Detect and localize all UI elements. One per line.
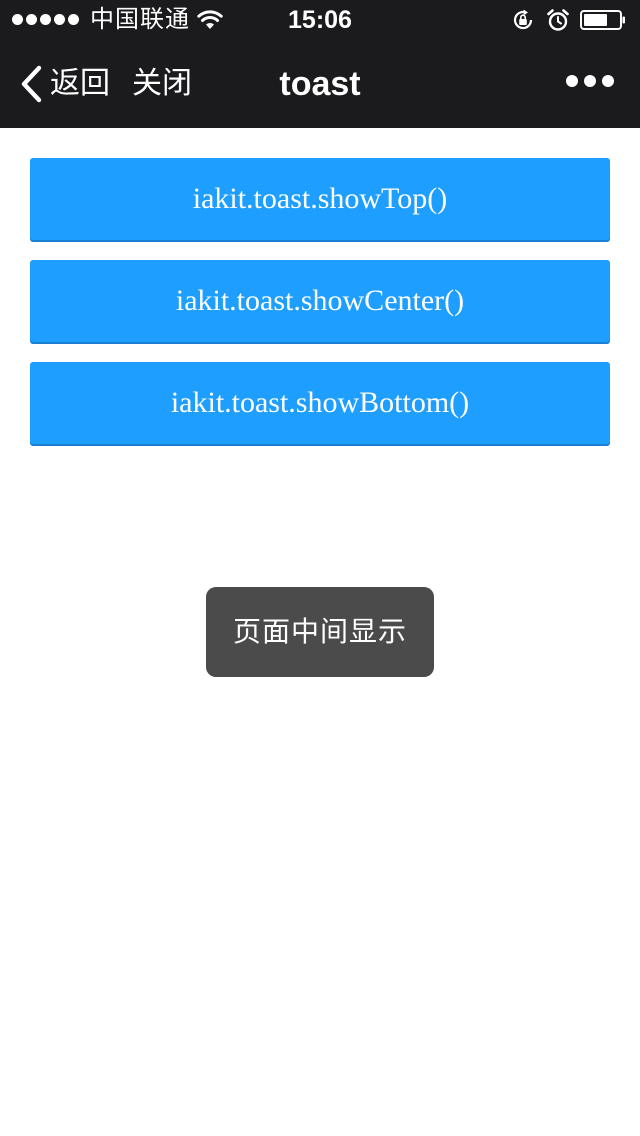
nav-bar: 返回 关闭 toast [0, 40, 640, 128]
status-bar: 中国联通 15:06 [0, 0, 640, 40]
battery-icon [580, 10, 625, 30]
more-icon[interactable] [566, 75, 614, 87]
toast-message: 页面中间显示 [206, 587, 434, 677]
show-center-button[interactable]: iakit.toast.showCenter() [30, 260, 610, 342]
alarm-icon [547, 9, 569, 31]
rotation-lock-icon [513, 9, 533, 30]
show-top-button[interactable]: iakit.toast.showTop() [30, 158, 610, 240]
page-title: toast [279, 65, 361, 103]
clock-time: 15:06 [288, 6, 352, 34]
show-bottom-button[interactable]: iakit.toast.showBottom() [30, 362, 610, 444]
